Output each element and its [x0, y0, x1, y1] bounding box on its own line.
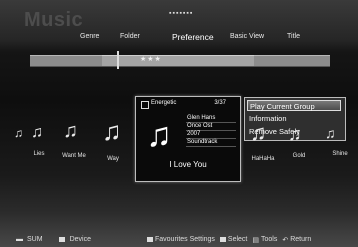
song-way-label: Way [107, 156, 119, 162]
device-label[interactable]: Device [70, 236, 91, 243]
tab-basic-view[interactable]: Basic View [230, 33, 264, 40]
sum-label[interactable]: SUM [27, 236, 43, 243]
tab-genre[interactable]: Genre [80, 33, 99, 40]
select-button-icon [219, 237, 226, 242]
song-title: I Love You [169, 160, 207, 169]
tools-label[interactable]: Tools [261, 236, 277, 243]
genre: Soundtrack [186, 139, 236, 147]
favourites-settings-label[interactable]: Favourites Settings [155, 236, 215, 243]
menu-item-play-current-group[interactable]: Play Current Group [247, 100, 341, 111]
song-lies-label: Lies [33, 151, 45, 157]
rating-stars: ★★★ [140, 56, 162, 63]
tv-icon: ▬ [16, 236, 23, 243]
footer-right: Favourites Settings Select ▤ Tools ↶ Ret… [147, 232, 311, 247]
footer-left: ▬ SUM Device [0, 232, 91, 247]
song-metadata: Glen Hans Once Ost 2007 Soundtrack [186, 115, 236, 147]
select-label[interactable]: Select [228, 236, 247, 243]
music-note-icon: ♫ [146, 115, 172, 154]
app-title: Music [24, 9, 84, 31]
checkbox-icon[interactable] [141, 101, 149, 109]
scroll-marker[interactable] [117, 51, 119, 69]
device-icon [58, 237, 65, 242]
music-note-icon[interactable]: ♫ [102, 116, 122, 147]
tools-icon: ▤ [252, 236, 260, 244]
tab-preference[interactable]: Preference [172, 32, 214, 42]
song-hahaha-label: HaHaHa [251, 156, 275, 162]
music-note-icon[interactable]: ♫ [250, 120, 267, 146]
song-want-me-label: Want Me [62, 153, 86, 159]
artist: Glen Hans [186, 115, 236, 123]
song-gold-label: Gold [292, 153, 306, 159]
focused-song-card[interactable]: Energetic 3/37 ♫ Glen Hans Once Ost 2007… [135, 96, 241, 182]
page-indicator: ▪▪▪▪▪▪▪ [169, 10, 194, 17]
item-count: 3/37 [214, 100, 226, 106]
music-note-icon[interactable]: ♫ [288, 124, 302, 145]
tab-title[interactable]: Title [287, 33, 300, 40]
mood-label: Energetic [151, 100, 177, 106]
tab-folder[interactable]: Folder [120, 33, 140, 40]
song-shine-label: Shine [332, 151, 348, 157]
album: Once Ost [186, 123, 236, 131]
favourites-button-icon [147, 237, 153, 242]
music-screen: Music ▪▪▪▪▪▪▪ Genre Folder Preference Ba… [0, 0, 358, 247]
music-note-icon[interactable]: ♫ [14, 126, 23, 140]
music-note-icon[interactable]: ♫ [63, 120, 78, 143]
scroll-segment [102, 55, 254, 67]
year: 2007 [186, 131, 236, 139]
return-label[interactable]: Return [290, 236, 311, 243]
music-note-icon[interactable]: ♫ [31, 124, 43, 142]
return-arrow-icon: ↶ [282, 236, 289, 244]
music-note-icon[interactable]: ♫ [325, 125, 336, 141]
